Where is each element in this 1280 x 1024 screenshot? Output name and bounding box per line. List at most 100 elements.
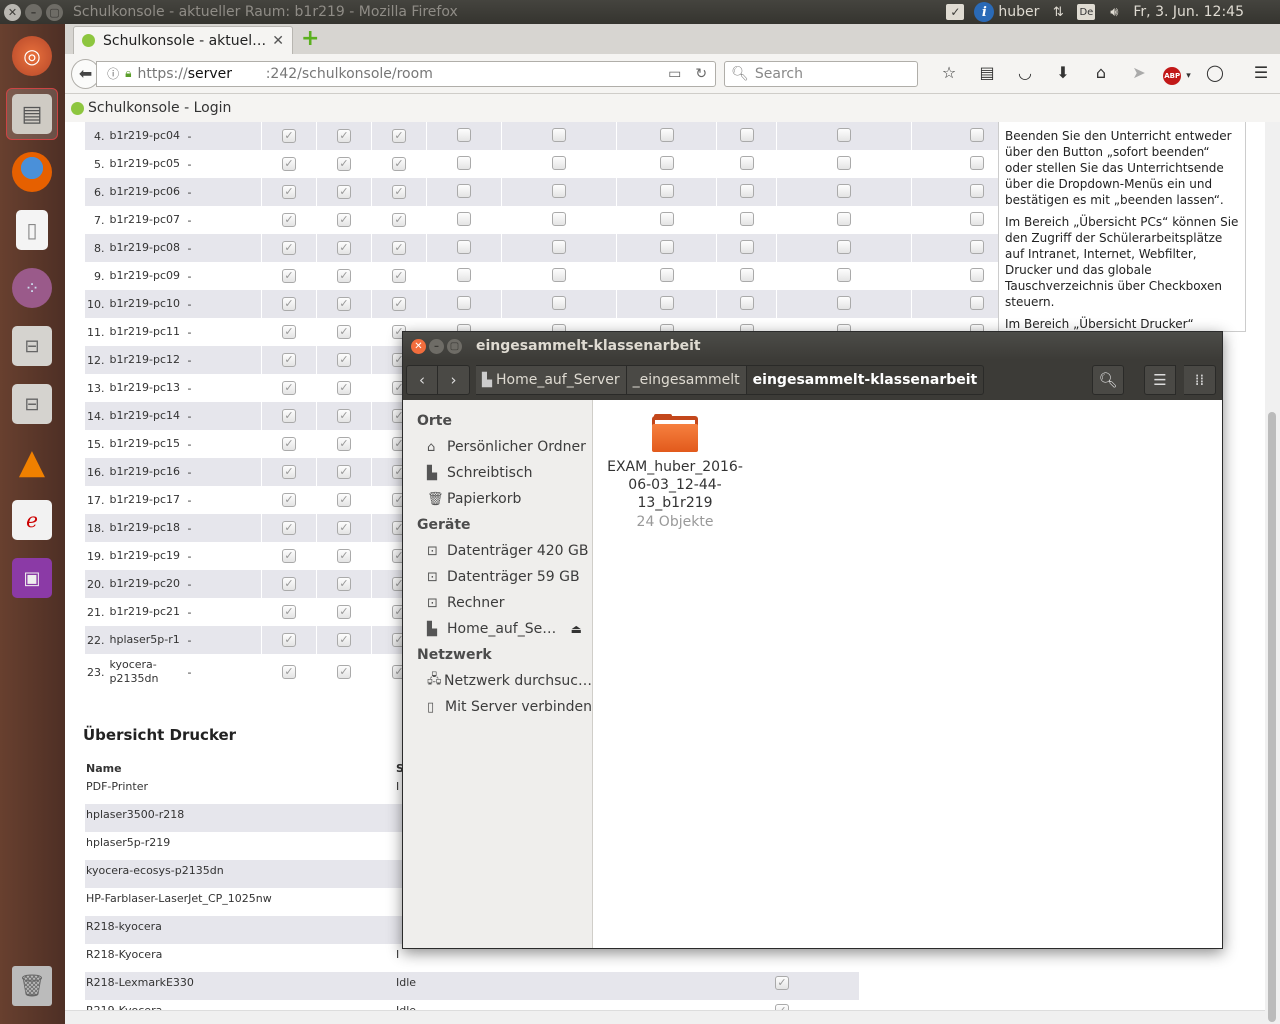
home-icon[interactable]: ⌂ (1082, 63, 1120, 85)
access-checkbox[interactable] (552, 267, 566, 282)
access-checkbox[interactable]: ✓ (282, 409, 296, 423)
access-checkbox[interactable]: ✓ (337, 241, 351, 255)
access-checkbox[interactable]: ✓ (337, 605, 351, 619)
access-checkbox[interactable] (457, 239, 471, 254)
access-checkbox[interactable] (457, 127, 471, 142)
access-checkbox[interactable]: ✓ (337, 493, 351, 507)
access-checkbox[interactable] (659, 267, 674, 282)
pocket-icon[interactable]: ◡ (1006, 63, 1044, 85)
access-checkbox[interactable]: ✓ (282, 665, 296, 679)
sidebar-item-home-server[interactable]: ▙ Home_auf_Se… ⏏ (403, 616, 592, 642)
access-checkbox[interactable] (837, 267, 851, 282)
access-checkbox[interactable] (739, 183, 754, 198)
workspace-switcher-icon[interactable]: ▣ (6, 552, 58, 604)
access-checkbox[interactable] (457, 267, 471, 282)
sidebar-item-connect-server[interactable]: ▯ Mit Server verbinden (403, 694, 592, 720)
files-manager-icon[interactable]: ▤ (6, 88, 58, 140)
access-checkbox[interactable]: ✓ (282, 577, 296, 591)
new-tab-plus-icon[interactable]: + (301, 28, 323, 51)
chat-bubble-icon[interactable]: ◯ (1196, 63, 1234, 85)
access-checkbox[interactable]: ✓ (337, 129, 351, 143)
folder-item[interactable]: EXAM_huber_2016-06-03_12-44-13_b1r219 24… (605, 414, 745, 532)
access-checkbox[interactable]: ✓ (392, 269, 406, 283)
access-checkbox[interactable] (739, 267, 754, 282)
access-checkbox[interactable]: ✓ (282, 633, 296, 647)
drive-icon[interactable]: ⊟ (6, 378, 58, 430)
downloads-icon[interactable]: ⬇ (1044, 63, 1082, 85)
access-checkbox[interactable]: ✓ (337, 521, 351, 535)
access-checkbox[interactable]: ✓ (392, 241, 406, 255)
access-checkbox[interactable] (969, 155, 984, 170)
access-checkbox[interactable]: ✓ (337, 665, 351, 679)
access-checkbox[interactable]: ✓ (282, 269, 296, 283)
access-checkbox[interactable] (969, 183, 984, 198)
access-checkbox[interactable]: ✓ (337, 185, 351, 199)
access-checkbox[interactable] (457, 155, 471, 170)
access-checkbox[interactable] (739, 295, 754, 310)
keyboard-layout-indicator[interactable]: De (1077, 4, 1096, 20)
list-view-button[interactable]: ☰ (1144, 365, 1176, 395)
access-checkbox[interactable]: ✓ (282, 521, 296, 535)
checkbox-indicator-icon[interactable]: ✓ (946, 4, 965, 20)
access-checkbox[interactable] (739, 155, 754, 170)
file-view[interactable]: EXAM_huber_2016-06-03_12-44-13_b1r219 24… (593, 400, 1222, 948)
access-checkbox[interactable]: ✓ (282, 241, 296, 255)
access-checkbox[interactable]: ✓ (282, 157, 296, 171)
access-checkbox[interactable]: ✓ (282, 381, 296, 395)
access-checkbox[interactable]: ✓ (282, 493, 296, 507)
ubuntu-dash-icon[interactable]: ◎ (6, 30, 58, 82)
access-checkbox[interactable] (457, 211, 471, 226)
access-checkbox[interactable] (552, 183, 566, 198)
access-checkbox[interactable]: ✓ (392, 185, 406, 199)
minimize-window-button[interactable]: – (25, 3, 42, 21)
sidebar-item-disk-59[interactable]: ⊡ Datenträger 59 GB (403, 564, 592, 590)
access-checkbox[interactable] (739, 127, 754, 142)
access-checkbox[interactable]: ✓ (282, 549, 296, 563)
access-checkbox[interactable] (837, 211, 851, 226)
bookmarks-menu-icon[interactable]: ▤ (968, 63, 1006, 85)
access-checkbox[interactable] (552, 155, 566, 170)
restore-window-button[interactable]: ▢ (46, 3, 63, 21)
access-checkbox[interactable] (552, 127, 566, 142)
reload-icon[interactable]: ↻ (695, 66, 707, 82)
access-checkbox[interactable]: ✓ (337, 353, 351, 367)
access-checkbox[interactable]: ✓ (337, 437, 351, 451)
access-checkbox[interactable]: ✓ (282, 605, 296, 619)
access-checkbox[interactable]: ✓ (282, 465, 296, 479)
eject-icon[interactable]: ⏏ (571, 622, 582, 636)
access-checkbox[interactable] (457, 295, 471, 310)
access-checkbox[interactable] (552, 295, 566, 310)
grid-view-button[interactable]: ⁞⁞ (1184, 365, 1216, 395)
sidebar-item-disk-420[interactable]: ⊡ Datenträger 420 GB (403, 538, 592, 564)
close-window-button[interactable]: ✕ (411, 338, 426, 354)
access-checkbox[interactable] (837, 155, 851, 170)
bookmark-star-icon[interactable]: ☆ (930, 63, 968, 85)
access-checkbox[interactable]: ✓ (337, 269, 351, 283)
access-checkbox[interactable] (739, 211, 754, 226)
access-checkbox[interactable]: ✓ (392, 297, 406, 311)
user-indicator[interactable]: i huber (974, 2, 1039, 22)
minimize-window-button[interactable]: – (429, 338, 444, 354)
access-checkbox[interactable]: ✓ (392, 129, 406, 143)
access-checkbox[interactable]: ✓ (337, 297, 351, 311)
back-button[interactable]: ‹ (406, 365, 438, 395)
access-checkbox[interactable] (969, 127, 984, 142)
access-checkbox[interactable]: ✓ (282, 325, 296, 339)
access-checkbox[interactable] (659, 183, 674, 198)
sidebar-item-trash[interactable]: 🗑︎ Papierkorb (403, 486, 592, 512)
tab-close-icon[interactable]: ✕ (272, 33, 284, 49)
access-checkbox[interactable]: ✓ (282, 185, 296, 199)
access-checkbox[interactable]: ✓ (392, 213, 406, 227)
access-checkbox[interactable]: ✓ (337, 157, 351, 171)
drive-icon[interactable]: ⊟ (6, 320, 58, 372)
access-checkbox[interactable]: ✓ (282, 297, 296, 311)
horizontal-scrollbar[interactable] (65, 1010, 1265, 1024)
access-checkbox[interactable] (659, 239, 674, 254)
access-checkbox[interactable]: ✓ (337, 325, 351, 339)
access-checkbox[interactable]: ✓ (337, 409, 351, 423)
pdf-viewer-icon[interactable]: ℯ (6, 494, 58, 546)
access-checkbox[interactable] (969, 211, 984, 226)
breadcrumb-current[interactable]: eingesammelt-klassenarbeit (746, 365, 985, 395)
access-checkbox[interactable]: ✓ (282, 213, 296, 227)
access-checkbox[interactable] (969, 239, 984, 254)
